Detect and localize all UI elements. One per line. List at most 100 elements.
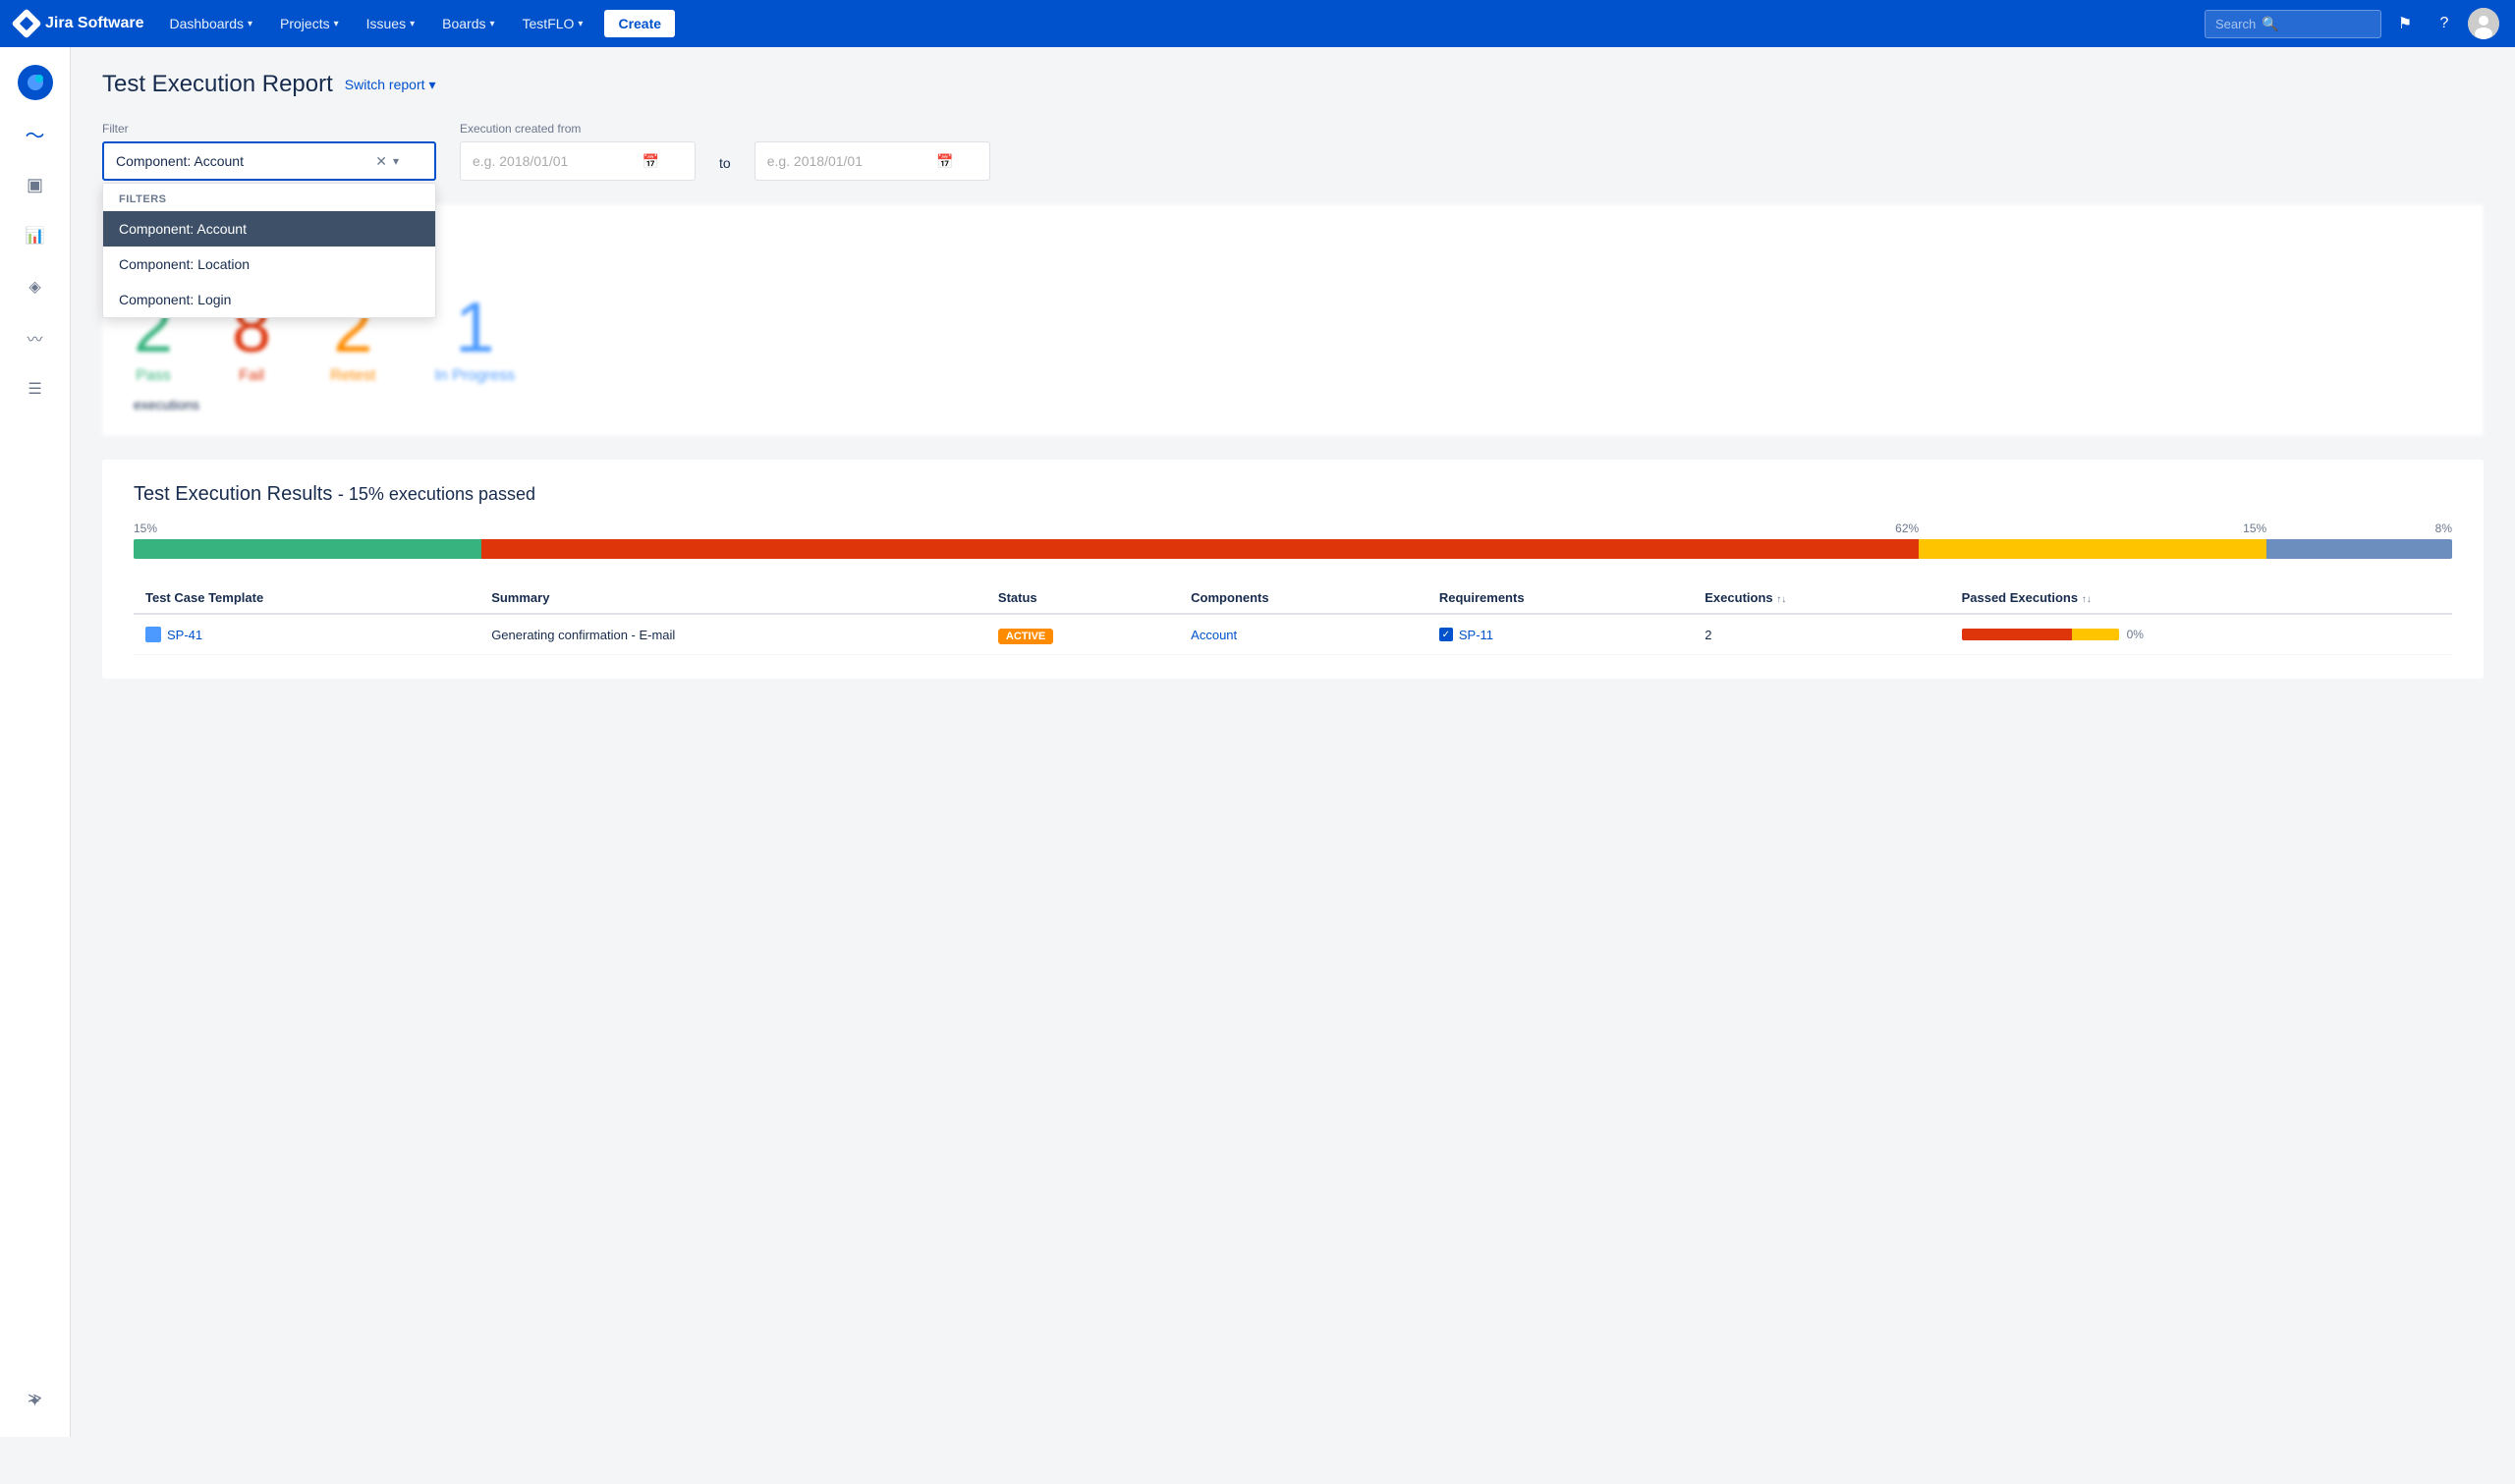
bar-inprogress (2266, 539, 2452, 559)
requirement-link[interactable]: SP-11 (1459, 628, 1493, 642)
page-title: Test Execution Report (102, 71, 333, 98)
sidebar: 〜 ▣ 📊 ◈ 〰 ☰ ✦ ≫ (0, 47, 71, 1437)
app-name: Jira Software (45, 15, 143, 32)
filter-group: Filter Component: Account ✕ ▾ FILTERS Co… (102, 122, 436, 181)
sidebar-board-icon[interactable]: ▣ (12, 161, 59, 208)
inprogress-pct-label: 8% (2266, 522, 2452, 535)
execution-from-group: Execution created from e.g. 2018/01/01 📅 (460, 122, 696, 181)
col-passed-executions[interactable]: Passed Executions ↑↓ (1950, 582, 2452, 614)
stat-inprogress: 1 In Progress (434, 293, 515, 385)
filter-chevron-icon[interactable]: ▾ (393, 154, 399, 168)
top-navigation: Jira Software Dashboards ▾ Projects ▾ Is… (0, 0, 2515, 47)
test-case-id[interactable]: SP-41 (167, 628, 202, 642)
col-components: Components (1179, 582, 1427, 614)
execution-to-placeholder: e.g. 2018/01/01 (767, 153, 863, 169)
dropdown-section-label: FILTERS (103, 184, 435, 211)
progress-bar-container: 15% 62% 15% 8% (134, 522, 2452, 559)
results-section: Test Execution Results - 15% executions … (102, 460, 2484, 679)
col-status: Status (986, 582, 1179, 614)
status-badge: ACTIVE (998, 629, 1053, 644)
app-logo[interactable]: Jira Software (16, 13, 143, 34)
dropdown-item-login[interactable]: Component: Login (103, 282, 435, 317)
search-bar[interactable]: Search 🔍 (2205, 10, 2381, 38)
bar-fail (481, 539, 1919, 559)
search-placeholder: Search (2215, 17, 2256, 31)
cell-status: ACTIVE (986, 614, 1179, 655)
stat-inprogress-value: 1 (455, 293, 494, 363)
cell-component: Account (1179, 614, 1427, 655)
filter-dropdown[interactable]: Component: Account ✕ ▾ (102, 141, 436, 181)
execution-from-placeholder: e.g. 2018/01/01 (473, 153, 568, 169)
passed-mini-bar (1962, 629, 2119, 640)
main-content: Test Execution Report Switch report ▾ Fi… (71, 47, 2515, 1437)
col-requirements: Requirements (1427, 582, 1693, 614)
stat-pass-label: Pass (136, 367, 171, 385)
notifications-icon[interactable]: ⚑ (2389, 8, 2421, 39)
stat-retest-label: Retest (330, 367, 375, 385)
filter-selected-value: Component: Account (116, 153, 244, 169)
results-title: Test Execution Results - 15% executions … (134, 483, 2452, 506)
cell-summary: Generating confirmation - E-mail (479, 614, 986, 655)
nav-boards[interactable]: Boards ▾ (432, 0, 504, 47)
switch-report-button[interactable]: Switch report ▾ (345, 77, 436, 93)
bar-retest (1919, 539, 2266, 559)
calendar-icon[interactable]: 📅 (643, 153, 659, 170)
summary-section: Su 2 Pass 8 Fail 2 Retest 1 In Progress … (102, 204, 2484, 436)
chevron-down-icon: ▾ (334, 19, 339, 29)
execution-from-label: Execution created from (460, 122, 696, 136)
table-row: SP-41 Generating confirmation - E-mail A… (134, 614, 2452, 655)
mini-bar-retest (2072, 629, 2119, 640)
summary-stats: 2 Pass 8 Fail 2 Retest 1 In Progress (134, 293, 2452, 385)
stat-fail-label: Fail (239, 367, 264, 385)
results-table: Test Case Template Summary Status Compon… (134, 582, 2452, 655)
retest-pct-label: 15% (1919, 522, 2266, 535)
user-avatar[interactable] (2468, 8, 2499, 39)
search-icon[interactable]: 🔍 (2262, 16, 2278, 32)
nav-dashboards[interactable]: Dashboards ▾ (159, 0, 262, 47)
passed-sort-icon[interactable]: ↑↓ (2082, 594, 2092, 605)
execution-from-input[interactable]: e.g. 2018/01/01 📅 (460, 141, 696, 181)
component-link[interactable]: Account (1191, 628, 1237, 642)
requirement-checkbox: ✓ (1439, 628, 1453, 641)
filter-section: Filter Component: Account ✕ ▾ FILTERS Co… (102, 122, 2484, 181)
chevron-down-icon: ▾ (248, 19, 252, 29)
progress-labels: 15% 62% 15% 8% (134, 522, 2452, 535)
stat-inprogress-label: In Progress (434, 367, 515, 385)
to-label: to (719, 155, 731, 181)
sidebar-project-avatar[interactable] (12, 59, 59, 106)
calendar-icon-to[interactable]: 📅 (936, 153, 953, 170)
progress-bar (134, 539, 2452, 559)
filter-clear-icon[interactable]: ✕ (375, 153, 387, 170)
cell-executions: 2 (1693, 614, 1949, 655)
sidebar-reports-icon[interactable]: 📊 (12, 212, 59, 259)
create-button[interactable]: Create (604, 10, 675, 37)
chevron-down-icon: ▾ (489, 19, 494, 29)
sidebar-issues-icon[interactable]: ☰ (12, 365, 59, 412)
bar-pass (134, 539, 481, 559)
table-body: SP-41 Generating confirmation - E-mail A… (134, 614, 2452, 655)
test-case-icon (145, 627, 161, 642)
help-icon[interactable]: ? (2429, 8, 2460, 39)
cell-requirement: ✓ SP-11 (1427, 614, 1693, 655)
fail-pct-label: 62% (481, 522, 1919, 535)
chevron-down-icon: ▾ (429, 77, 436, 93)
results-table-container: Test Case Template Summary Status Compon… (134, 582, 2452, 655)
dropdown-item-location[interactable]: Component: Location (103, 247, 435, 282)
sidebar-collapse-icon[interactable]: ≫ (12, 1374, 59, 1421)
col-executions[interactable]: Executions ↑↓ (1693, 582, 1949, 614)
pass-pct-label: 15% (134, 522, 481, 535)
nav-projects[interactable]: Projects ▾ (270, 0, 349, 47)
execution-to-input[interactable]: e.g. 2018/01/01 📅 (754, 141, 990, 181)
filter-label: Filter (102, 122, 436, 136)
nav-testflo[interactable]: TestFLO ▾ (513, 0, 593, 47)
mini-bar-fail (1962, 629, 2072, 640)
passed-percent: 0% (2127, 628, 2144, 641)
page-header: Test Execution Report Switch report ▾ (102, 71, 2484, 98)
sidebar-releases-icon[interactable]: ◈ (12, 263, 59, 310)
sidebar-activity-icon[interactable]: 〜 (12, 110, 59, 157)
nav-issues[interactable]: Issues ▾ (357, 0, 425, 47)
sidebar-components-icon[interactable]: 〰 (12, 314, 59, 361)
execution-to-group: e.g. 2018/01/01 📅 (754, 141, 990, 181)
dropdown-item-account[interactable]: Component: Account (103, 211, 435, 247)
executions-sort-icon[interactable]: ↑↓ (1776, 594, 1786, 605)
